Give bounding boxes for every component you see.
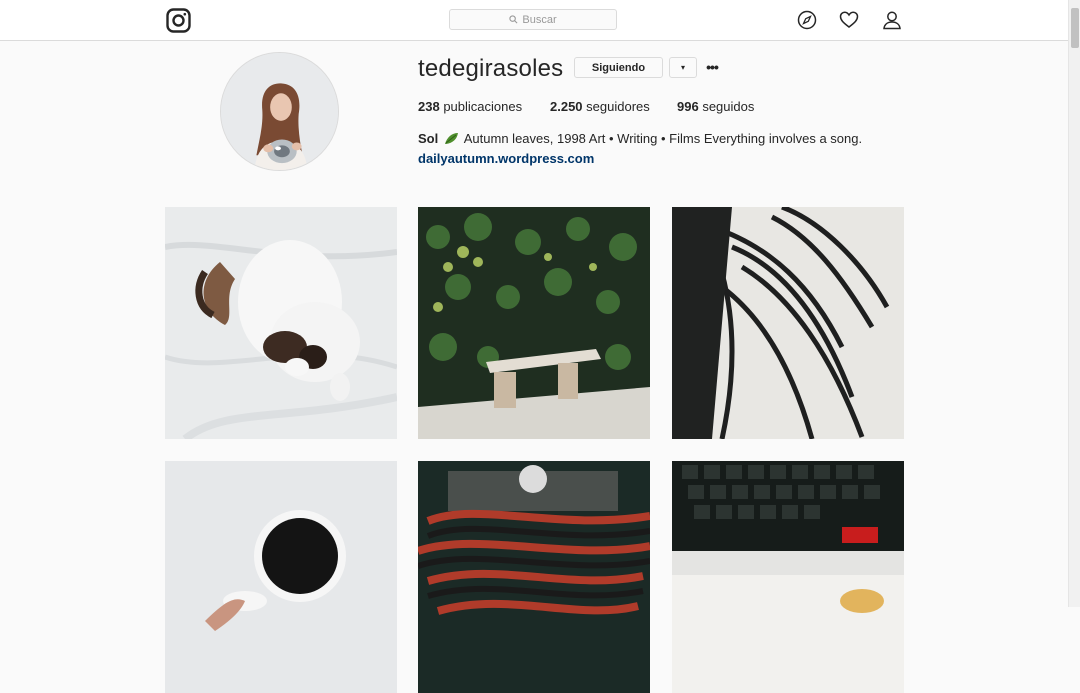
person-icon[interactable] <box>882 10 902 30</box>
followers-count: 2.250 <box>550 99 583 114</box>
search-placeholder: Buscar <box>522 13 557 26</box>
vertical-scrollbar[interactable] <box>1068 0 1080 607</box>
profile-avatar[interactable] <box>220 52 339 171</box>
followers-stat[interactable]: 2.250 seguidores <box>550 99 650 114</box>
posts-count: 238 <box>418 99 440 114</box>
search-icon <box>509 15 518 24</box>
profile-full-name: Sol <box>418 131 439 146</box>
following-button[interactable]: Siguiendo <box>574 57 663 78</box>
following-stat[interactable]: 996 seguidos <box>677 99 754 114</box>
search-input[interactable]: Buscar <box>449 9 617 30</box>
chevron-down-icon: ▾ <box>680 63 685 72</box>
suggestions-dropdown-button[interactable]: ▾ <box>669 57 697 78</box>
bio-text: Autumn leaves, 1998 Art • Writing • Film… <box>463 131 863 146</box>
bio-website-link[interactable]: dailyautumn.wordpress.com <box>418 151 594 166</box>
instagram-logo-icon[interactable] <box>166 8 191 33</box>
scrollbar-thumb[interactable] <box>1071 8 1079 48</box>
top-nav: Buscar <box>0 0 1068 41</box>
profile-bio: Sol Autumn leaves, 1998 Art • Writing • … <box>418 131 862 146</box>
post-thumbnail[interactable] <box>672 207 904 439</box>
profile-username: tedegirasoles <box>418 55 564 82</box>
posts-stat: 238 publicaciones <box>418 99 522 114</box>
more-options-button[interactable]: ••• <box>704 59 720 75</box>
ellipsis-icon: ••• <box>706 59 719 75</box>
post-thumbnail[interactable] <box>165 207 397 439</box>
following-count: 996 <box>677 99 699 114</box>
post-thumbnail[interactable] <box>418 461 650 693</box>
followers-label: seguidores <box>586 99 650 114</box>
leaf-icon <box>444 132 459 145</box>
posts-label: publicaciones <box>443 99 523 114</box>
post-thumbnail[interactable] <box>672 461 904 693</box>
post-thumbnail[interactable] <box>165 461 397 693</box>
following-label: seguidos <box>702 99 755 114</box>
post-thumbnail[interactable] <box>418 207 650 439</box>
heart-icon[interactable] <box>839 10 859 30</box>
compass-icon[interactable] <box>797 10 817 30</box>
